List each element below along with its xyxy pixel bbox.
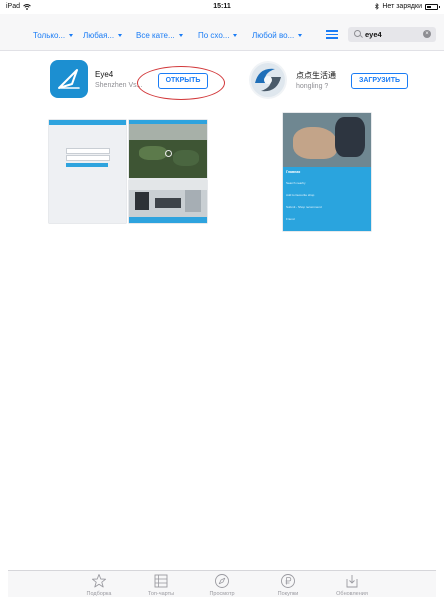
eye4-logo-icon (58, 69, 80, 89)
clear-icon[interactable]: × (423, 30, 431, 38)
tab-explore[interactable]: Просмотр (197, 573, 247, 597)
password-field (66, 155, 110, 161)
person-shape (335, 117, 365, 157)
tab-featured-label: Подборка (86, 591, 112, 597)
tab-top-charts[interactable]: Топ-чарты (136, 573, 186, 597)
compass-icon (215, 574, 229, 588)
play-icon (165, 150, 172, 157)
chevron-down-icon (233, 34, 238, 37)
filter-bar: Только... Любая... Все кате... По схо...… (0, 14, 444, 51)
chevron-down-icon (69, 34, 74, 37)
tree-clump (139, 146, 167, 160)
tab-bar: Подборка Топ-чарты Просмотр Покупки Обно… (8, 570, 436, 597)
control-bar (129, 217, 207, 223)
filter-device-label: Только... (33, 31, 66, 40)
status-bar: iPad 15:11 Нет зарядки (0, 0, 444, 14)
dianlife-app-icon[interactable] (249, 61, 287, 99)
menu-item: Search nearby (286, 181, 306, 185)
filter-relevance[interactable]: По схо... (198, 31, 238, 40)
purchased-icon (281, 574, 295, 588)
charging-text: Нет зарядки (382, 3, 422, 10)
tab-updates-label: Обновления (336, 591, 368, 597)
download-button[interactable]: ЗАГРУЗИТЬ (351, 73, 408, 89)
eye4-screenshot-login[interactable] (49, 120, 126, 223)
menu-item: Add to favourite shop (286, 193, 315, 197)
search-icon (354, 30, 361, 37)
eye4-screenshot-camera-room[interactable] (129, 180, 207, 223)
list-icon (154, 574, 168, 588)
username-field (66, 148, 110, 154)
menu-title: Главная (286, 170, 301, 174)
app-developer-eye4: Shenzhen Vs... (95, 82, 143, 89)
bluetooth-icon (375, 3, 380, 10)
app-header-bar (49, 120, 126, 125)
download-icon (346, 575, 358, 588)
eye4-app-icon[interactable] (50, 60, 88, 98)
login-button (66, 163, 108, 167)
search-field[interactable]: eye4 × (348, 27, 436, 42)
list-view-icon[interactable] (326, 30, 338, 39)
filter-category[interactable]: Все кате... (136, 31, 183, 40)
tab-top-charts-label: Топ-чарты (147, 591, 175, 597)
menu-item: Submit - Shop recommend (286, 205, 322, 209)
filter-category-label: Все кате... (136, 31, 175, 40)
filter-price[interactable]: Любая... (83, 31, 123, 40)
star-icon (91, 574, 107, 588)
chevron-down-icon (118, 34, 123, 37)
tab-purchased[interactable]: Покупки (263, 573, 313, 597)
menu-panel: Главная Search nearby Add to favourite s… (283, 167, 371, 231)
filter-device[interactable]: Только... (33, 31, 74, 40)
filter-age[interactable]: Любой во... (252, 31, 303, 40)
chevron-down-icon (298, 34, 303, 37)
tab-updates[interactable]: Обновления (327, 573, 377, 597)
menu-item: Friend (286, 217, 295, 221)
battery-icon (425, 3, 440, 10)
highlight-circle (137, 66, 225, 100)
chevron-down-icon (178, 34, 183, 37)
swirl-logo-icon (251, 63, 285, 97)
chair-shape (135, 192, 149, 210)
dianlife-screenshot[interactable]: Главная Search nearby Add to favourite s… (283, 113, 371, 231)
app-developer-dianlife: hongling ? (296, 83, 329, 90)
eye4-screenshot-camera-garden[interactable] (129, 120, 207, 178)
status-right: Нет зарядки (375, 3, 440, 10)
tree-clump (173, 150, 199, 166)
filter-price-label: Любая... (83, 31, 115, 40)
ceiling-area (129, 180, 207, 190)
tab-featured[interactable]: Подборка (74, 573, 124, 597)
desk-shape (155, 198, 181, 208)
app-name-dianlife[interactable]: 点点生活通 (296, 70, 336, 81)
search-input[interactable]: eye4 (365, 30, 382, 39)
filter-relevance-label: По схо... (198, 31, 230, 40)
filter-age-label: Любой во... (252, 31, 295, 40)
app-name-eye4[interactable]: Eye4 (95, 70, 113, 79)
hand-shape (293, 127, 337, 159)
tab-explore-label: Просмотр (209, 591, 235, 597)
window-shape (185, 190, 201, 212)
tab-purchased-label: Покупки (277, 591, 299, 597)
